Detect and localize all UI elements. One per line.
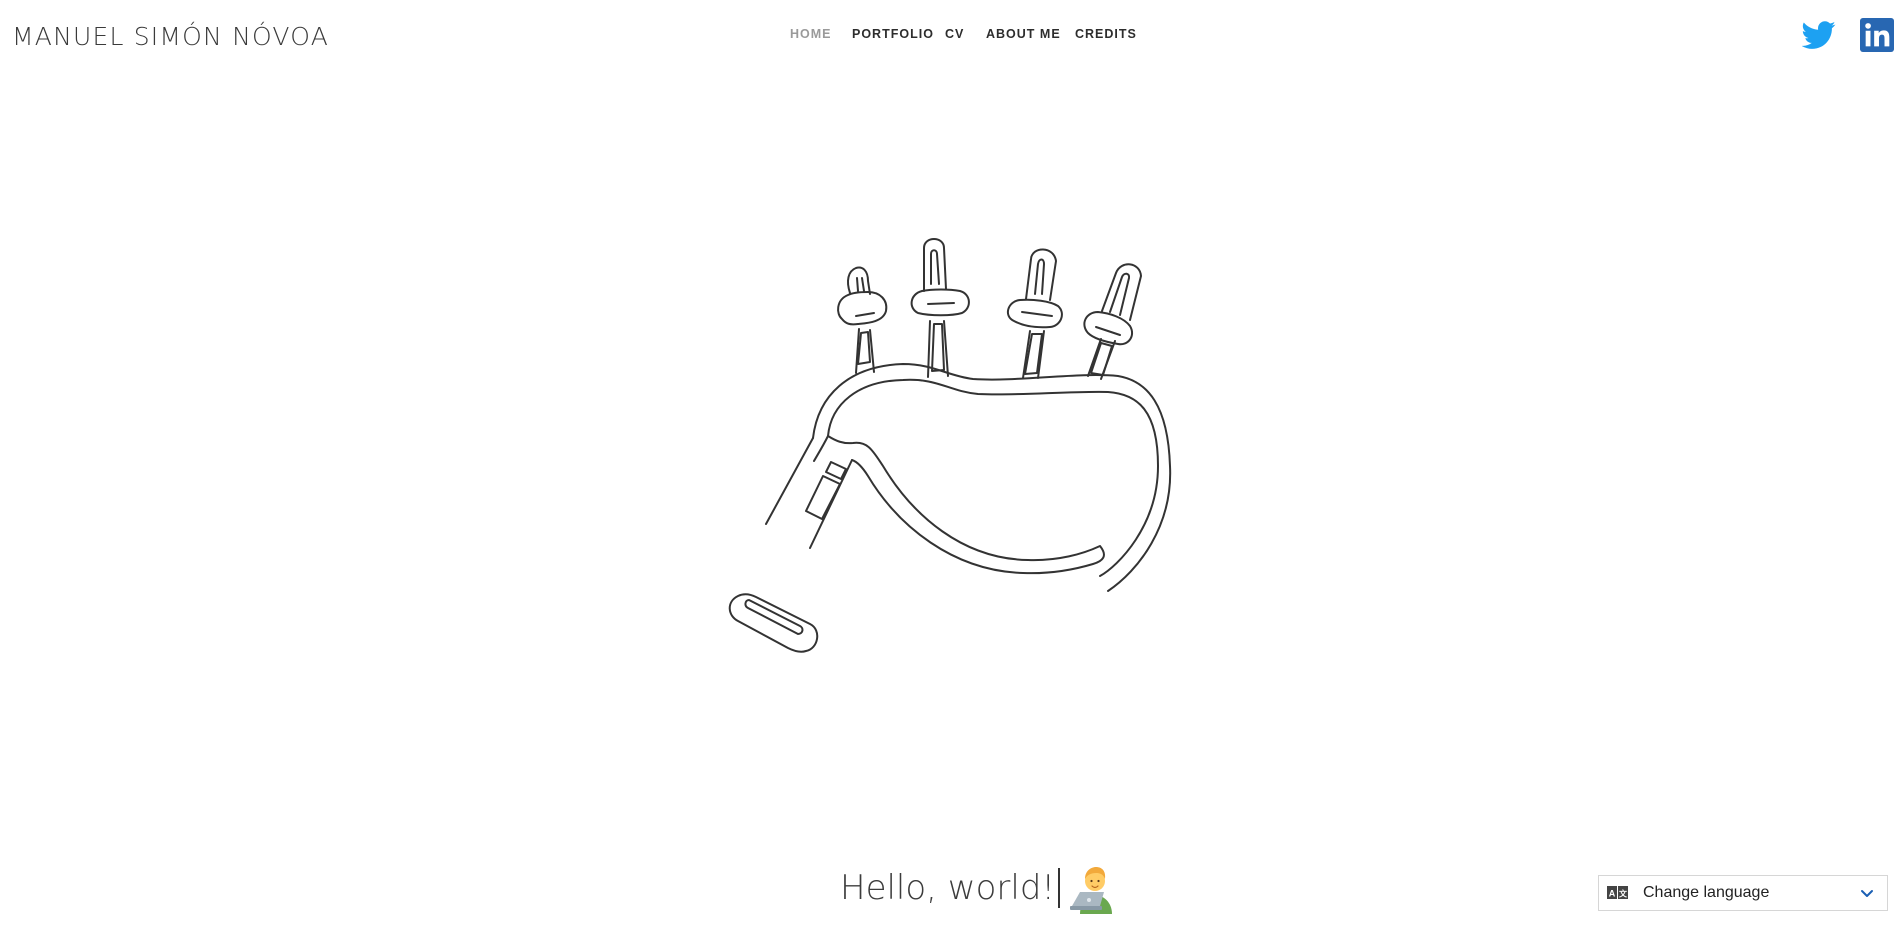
svg-text:A: A <box>1609 889 1616 899</box>
change-language-select[interactable]: A 文 Change language <box>1598 875 1888 911</box>
nav-portfolio[interactable]: PORTFOLIO <box>852 27 934 41</box>
technologist-emoji <box>1070 867 1113 914</box>
chevron-down-icon <box>1861 890 1873 897</box>
translate-icon: A 文 <box>1607 886 1628 899</box>
twitter-icon[interactable] <box>1802 18 1836 52</box>
nav-home[interactable]: HOME <box>790 27 832 41</box>
greeting: Hello, world! <box>840 862 1120 914</box>
bagpipes-icon <box>728 238 1172 653</box>
greeting-text: Hello, world! <box>840 868 1056 908</box>
linkedin-icon[interactable] <box>1860 18 1894 52</box>
nav-credits[interactable]: CREDITS <box>1075 27 1137 41</box>
svg-text:文: 文 <box>1619 889 1628 899</box>
typing-cursor <box>1058 868 1061 908</box>
main-nav: HOME PORTFOLIO CV ABOUT ME CREDITS <box>0 27 1902 47</box>
nav-about-me[interactable]: ABOUT ME <box>986 27 1061 41</box>
nav-cv[interactable]: CV <box>945 27 964 41</box>
change-language-label: Change language <box>1643 884 1770 901</box>
page: MANUEL SIMÓN NÓVOA HOME PORTFOLIO CV ABO… <box>0 0 1902 942</box>
